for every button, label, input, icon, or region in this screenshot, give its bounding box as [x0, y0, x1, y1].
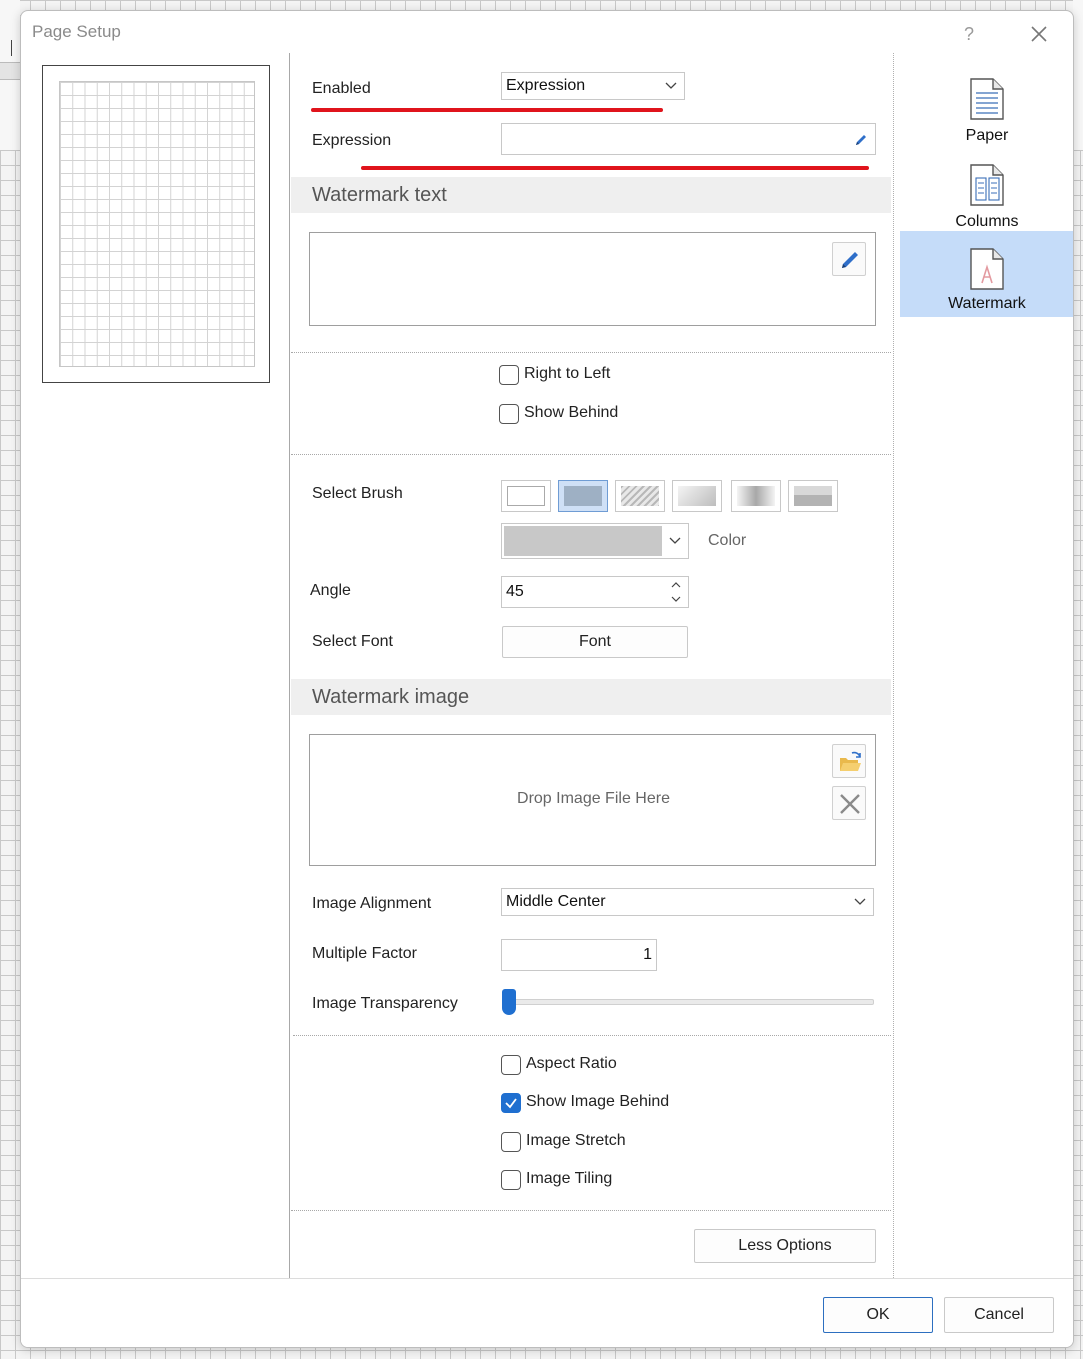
brush-glass-swatch [794, 486, 832, 506]
brush-gradient-swatch [678, 486, 716, 506]
brush-solid-swatch [564, 486, 602, 506]
show-image-behind-checkbox[interactable] [501, 1093, 521, 1113]
nav-label-paper: Paper [965, 127, 1009, 144]
close-button[interactable] [1025, 21, 1053, 47]
checkmark-icon [505, 1098, 517, 1109]
image-stretch-checkbox[interactable] [501, 1132, 521, 1152]
image-stretch-label: Image Stretch [526, 1132, 626, 1149]
watermark-page-icon [970, 248, 1004, 290]
brush-glare[interactable] [731, 480, 781, 512]
annotation-underline-2 [361, 166, 869, 170]
cancel-button[interactable]: Cancel [944, 1297, 1054, 1333]
drop-image-text: Drop Image File Here [517, 790, 670, 807]
open-folder-icon [840, 751, 861, 771]
divider-right [893, 53, 894, 1278]
nav-item-watermark[interactable]: Watermark [900, 231, 1073, 317]
divider-left [289, 53, 290, 1278]
enabled-label: Enabled [312, 80, 371, 97]
right-to-left-label: Right to Left [524, 365, 611, 382]
right-to-left-checkbox[interactable] [499, 365, 519, 385]
paper-page-icon [970, 78, 1004, 120]
angle-label: Angle [310, 582, 351, 599]
brush-empty[interactable] [501, 480, 551, 512]
image-alignment-select[interactable]: Middle Center [501, 888, 874, 916]
angle-spinner[interactable]: 45 [501, 576, 689, 608]
ok-button[interactable]: OK [823, 1297, 933, 1333]
annotation-underline [311, 108, 663, 112]
image-alignment-label: Image Alignment [312, 895, 432, 912]
dialog-footer: OK Cancel [21, 1279, 1073, 1347]
edit-text-button[interactable] [832, 242, 866, 276]
image-alignment-value: Middle Center [506, 893, 606, 910]
separator [293, 1035, 891, 1036]
brush-hatch[interactable] [615, 480, 665, 512]
select-brush-label: Select Brush [312, 485, 403, 502]
brush-gradient[interactable] [672, 480, 722, 512]
show-behind-checkbox[interactable] [499, 404, 519, 424]
show-image-behind-label: Show Image Behind [526, 1093, 670, 1110]
separator [291, 1210, 891, 1211]
pencil-icon [842, 252, 858, 268]
aspect-ratio-checkbox[interactable] [501, 1055, 521, 1075]
page-setup-dialog: Page Setup ? Enabled Expression Expressi… [20, 10, 1074, 1348]
brush-glare-swatch [737, 486, 775, 506]
enabled-select[interactable]: Expression [501, 72, 685, 100]
image-drop-zone[interactable]: Drop Image File Here [309, 734, 876, 866]
enabled-select-value: Expression [506, 77, 586, 94]
nav-label-watermark: Watermark [948, 295, 1026, 312]
chevron-down-icon [665, 82, 677, 89]
chevron-down-icon [669, 537, 681, 544]
close-icon [1031, 26, 1047, 42]
watermark-text-header: Watermark text [291, 177, 891, 213]
scissors-icon [840, 794, 860, 814]
separator [291, 454, 891, 455]
aspect-ratio-label: Aspect Ratio [526, 1055, 617, 1072]
watermark-image-header: Watermark image [291, 679, 891, 715]
help-button[interactable]: ? [955, 21, 983, 47]
expression-label: Expression [312, 132, 392, 149]
multiple-factor-label: Multiple Factor [312, 945, 417, 962]
chevron-down-icon [854, 898, 866, 905]
page-preview [42, 65, 270, 383]
show-behind-label: Show Behind [524, 404, 619, 421]
brush-glass[interactable] [788, 480, 838, 512]
watermark-text-input[interactable] [309, 232, 876, 326]
color-select[interactable] [501, 523, 689, 559]
image-transparency-label: Image Transparency [312, 995, 458, 1012]
angle-value: 45 [506, 583, 524, 600]
color-label: Color [708, 532, 747, 549]
brush-solid[interactable] [558, 480, 608, 512]
expression-input[interactable] [501, 123, 876, 155]
image-tiling-checkbox[interactable] [501, 1170, 521, 1190]
color-swatch [504, 526, 662, 556]
select-font-label: Select Font [312, 633, 393, 650]
pencil-icon[interactable] [853, 132, 869, 148]
page-preview-grid [59, 81, 255, 367]
font-button[interactable]: Font [502, 626, 688, 658]
columns-page-icon [970, 164, 1004, 206]
transparency-slider-thumb[interactable] [502, 989, 516, 1015]
brush-hatch-swatch [621, 486, 659, 506]
background-panel-right [1073, 0, 1083, 150]
nav-item-columns[interactable]: Columns [900, 153, 1073, 239]
image-tiling-label: Image Tiling [526, 1170, 613, 1187]
separator [291, 352, 891, 353]
transparency-slider-track[interactable] [503, 999, 874, 1005]
multiple-factor-input[interactable]: 1 [501, 939, 657, 971]
dialog-title: Page Setup [32, 22, 121, 41]
spinner-arrows-icon[interactable] [669, 578, 683, 606]
background-ruler [0, 62, 20, 80]
remove-image-button[interactable] [832, 786, 866, 820]
background-marker [11, 40, 12, 56]
open-image-button[interactable] [832, 744, 866, 778]
brush-empty-swatch [507, 486, 545, 506]
less-options-button[interactable]: Less Options [694, 1229, 876, 1263]
nav-item-paper[interactable]: Paper [900, 67, 1073, 153]
nav-label-columns: Columns [955, 213, 1019, 230]
